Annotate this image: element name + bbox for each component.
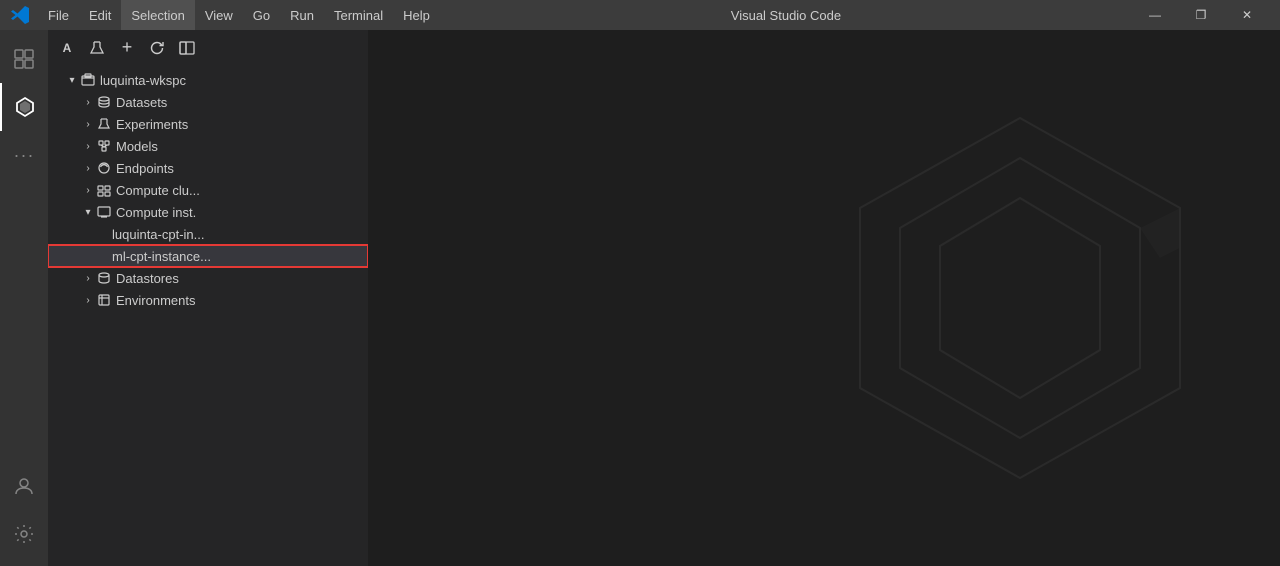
environments-icon	[96, 292, 112, 308]
activity-azureml[interactable]	[0, 83, 48, 131]
datastores-label: Datastores	[116, 271, 179, 286]
toolbar-split-icon[interactable]	[176, 37, 198, 59]
menu-help[interactable]: Help	[393, 0, 440, 30]
menu-run[interactable]: Run	[280, 0, 324, 30]
activity-more[interactable]: ···	[0, 131, 48, 179]
toolbar-refresh-icon[interactable]	[146, 37, 168, 59]
tree-item-workspace[interactable]: ▾ luquinta-wkspc	[48, 69, 368, 91]
chevron-right-icon: ›	[80, 292, 96, 308]
maximize-button[interactable]: ❐	[1178, 0, 1224, 30]
endpoints-icon	[96, 160, 112, 176]
tree-item-environments[interactable]: › Environments	[48, 289, 368, 311]
environments-label: Environments	[116, 293, 195, 308]
compute-clusters-label: Compute clu...	[116, 183, 200, 198]
minimize-button[interactable]: —	[1132, 0, 1178, 30]
chevron-right-icon: ›	[80, 116, 96, 132]
menu-go[interactable]: Go	[243, 0, 280, 30]
models-icon	[96, 138, 112, 154]
spacer	[96, 226, 112, 242]
chevron-right-icon: ›	[80, 182, 96, 198]
tree-item-ml-instance[interactable]: ml-cpt-instance...	[48, 245, 368, 267]
activity-bar: ···	[0, 30, 48, 566]
workspace-icon	[80, 72, 96, 88]
close-button[interactable]: ✕	[1224, 0, 1270, 30]
sidebar-toolbar: A +	[48, 30, 368, 65]
experiments-label: Experiments	[116, 117, 188, 132]
titlebar-left: File Edit Selection View Go Run Terminal…	[10, 0, 440, 30]
tree-item-compute-clusters[interactable]: › Compute clu...	[48, 179, 368, 201]
tree-view: ▾ luquinta-wkspc ›	[48, 65, 368, 566]
editor-area	[368, 30, 1280, 566]
menu-view[interactable]: View	[195, 0, 243, 30]
main-content: ··· A	[0, 30, 1280, 566]
toolbar-a-icon[interactable]: A	[56, 37, 78, 59]
compute-cluster-icon	[96, 182, 112, 198]
datasets-icon	[96, 94, 112, 110]
workspace-label: luquinta-wkspc	[100, 73, 186, 88]
menu-file[interactable]: File	[38, 0, 79, 30]
ml-instance-label: ml-cpt-instance...	[112, 249, 211, 264]
menu-terminal[interactable]: Terminal	[324, 0, 393, 30]
experiments-icon	[96, 116, 112, 132]
toolbar-flask-icon[interactable]	[86, 37, 108, 59]
compute-instance-icon	[96, 204, 112, 220]
chevron-right-icon: ›	[80, 94, 96, 110]
sidebar: A +	[48, 30, 368, 566]
window-controls: — ❐ ✕	[1132, 0, 1270, 30]
tree-item-datastores[interactable]: › Datastores	[48, 267, 368, 289]
datasets-label: Datasets	[116, 95, 167, 110]
endpoints-label: Endpoints	[116, 161, 174, 176]
chevron-right-icon: ›	[80, 160, 96, 176]
menu-bar: File Edit Selection View Go Run Terminal…	[38, 0, 440, 30]
titlebar: File Edit Selection View Go Run Terminal…	[0, 0, 1280, 30]
spacer	[96, 248, 112, 264]
compute-instances-label: Compute inst.	[116, 205, 196, 220]
titlebar-title: Visual Studio Code	[731, 8, 841, 23]
vscode-logo	[10, 5, 30, 25]
menu-edit[interactable]: Edit	[79, 0, 121, 30]
datastores-icon	[96, 270, 112, 286]
tree-item-compute-instances[interactable]: ▾ Compute inst.	[48, 201, 368, 223]
chevron-down-icon: ▾	[64, 72, 80, 88]
tree-item-datasets[interactable]: › Datasets	[48, 91, 368, 113]
models-label: Models	[116, 139, 158, 154]
chevron-down-icon: ▾	[80, 204, 96, 220]
menu-selection[interactable]: Selection	[121, 0, 194, 30]
activity-settings[interactable]	[0, 510, 48, 558]
tree-item-experiments[interactable]: › Experiments	[48, 113, 368, 135]
chevron-right-icon: ›	[80, 270, 96, 286]
activity-bottom	[0, 462, 48, 566]
luquinta-instance-label: luquinta-cpt-in...	[112, 227, 205, 242]
activity-account[interactable]	[0, 462, 48, 510]
activity-explorer[interactable]	[0, 35, 48, 83]
toolbar-add-icon[interactable]: +	[116, 37, 138, 59]
tree-item-models[interactable]: › Models	[48, 135, 368, 157]
chevron-right-icon: ›	[80, 138, 96, 154]
tree-item-luquinta-instance[interactable]: luquinta-cpt-in...	[48, 223, 368, 245]
tree-item-endpoints[interactable]: › Endpoints	[48, 157, 368, 179]
hexagon-decoration	[820, 98, 1220, 498]
